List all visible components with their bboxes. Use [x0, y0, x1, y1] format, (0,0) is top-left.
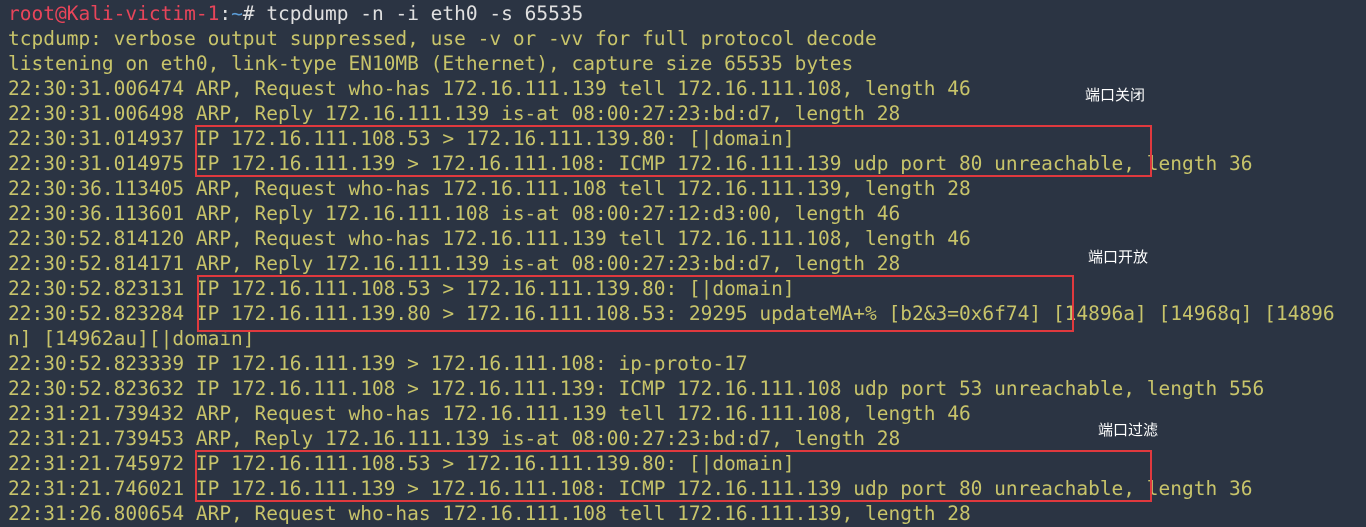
annotation-port-filtered: 端口过滤	[1098, 421, 1159, 439]
output-line: 22:30:31.006474 ARP, Request who-has 172…	[8, 77, 971, 100]
command-text: tcpdump -n -i eth0 -s 65535	[254, 2, 584, 25]
output-line: 22:31:21.739453 ARP, Reply 172.16.111.13…	[8, 427, 901, 450]
output-line: 22:31:21.745972 IP 172.16.111.108.53 > 1…	[8, 452, 795, 475]
output-line: 22:30:52.814171 ARP, Reply 172.16.111.13…	[8, 252, 901, 275]
annotation-port-open: 端口开放	[1088, 248, 1149, 266]
output-line: 22:30:52.823632 IP 172.16.111.108 > 172.…	[8, 377, 1265, 400]
output-line: 22:31:21.746021 IP 172.16.111.139 > 172.…	[8, 477, 1253, 500]
prompt-symbol: #	[242, 2, 255, 25]
output-line: 22:30:36.113601 ARP, Reply 172.16.111.10…	[8, 202, 901, 225]
annotation-port-closed: 端口关闭	[1085, 86, 1146, 104]
terminal-window[interactable]: root@Kali-victim-1:~# tcpdump -n -i eth0…	[0, 0, 1366, 527]
prompt-path: ~	[231, 2, 243, 25]
output-line: 22:30:31.014937 IP 172.16.111.108.53 > 1…	[8, 127, 795, 150]
output-line: tcpdump: verbose output suppressed, use …	[8, 27, 877, 50]
output-line: 22:30:31.014975 IP 172.16.111.139 > 172.…	[8, 152, 1253, 175]
prompt-line: root@Kali-victim-1:~# tcpdump -n -i eth0…	[8, 1, 583, 26]
output-line: 22:30:36.113405 ARP, Request who-has 172…	[8, 177, 971, 200]
output-line: 22:30:52.823339 IP 172.16.111.139 > 172.…	[8, 352, 748, 375]
output-line: n] [14962au][|domain]	[8, 327, 255, 350]
prompt-colon: :	[219, 2, 232, 25]
output-line: 22:30:52.823284 IP 172.16.111.139.80 > 1…	[8, 302, 1335, 325]
output-line: 22:31:21.739432 ARP, Request who-has 172…	[8, 402, 971, 425]
output-line: 22:30:52.814120 ARP, Request who-has 172…	[8, 227, 971, 250]
prompt-user-host: root@Kali-victim-1	[8, 2, 220, 25]
output-line: listening on eth0, link-type EN10MB (Eth…	[8, 52, 854, 75]
output-line: 22:30:52.823131 IP 172.16.111.108.53 > 1…	[8, 277, 795, 300]
output-line: 22:31:26.800654 ARP, Request who-has 172…	[8, 502, 971, 525]
output-line: 22:30:31.006498 ARP, Reply 172.16.111.13…	[8, 102, 901, 125]
